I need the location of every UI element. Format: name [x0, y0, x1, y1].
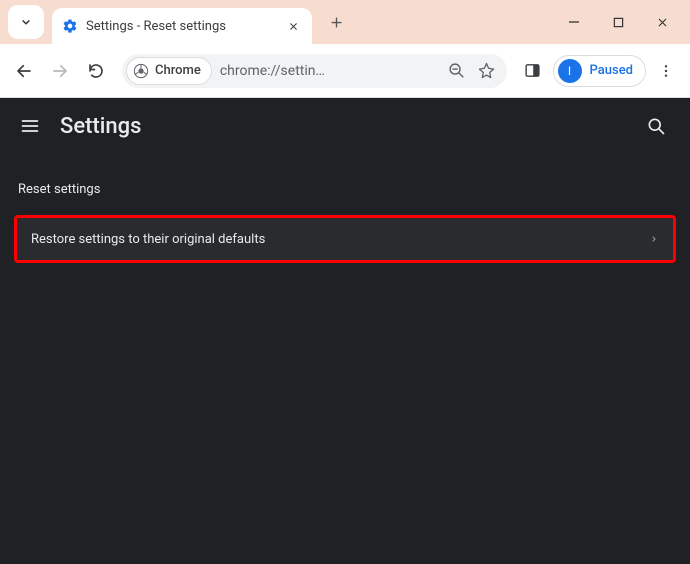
- reload-button[interactable]: [80, 55, 112, 87]
- star-icon: [478, 62, 495, 79]
- url-text: chrome://settin…: [220, 63, 443, 79]
- search-icon: [646, 116, 666, 136]
- profile-status: Paused: [590, 63, 633, 78]
- tab-title: Settings - Reset settings: [86, 19, 278, 34]
- bookmark-button[interactable]: [473, 57, 501, 85]
- maximize-button[interactable]: [596, 6, 640, 38]
- avatar-initial: I: [568, 64, 571, 78]
- new-tab-button[interactable]: [322, 8, 350, 36]
- close-icon: [656, 16, 669, 29]
- window-controls: [552, 0, 684, 44]
- chevron-right-icon: [649, 234, 659, 244]
- arrow-right-icon: [51, 62, 69, 80]
- settings-page: Settings Reset settings Restore settings…: [0, 98, 690, 564]
- address-bar[interactable]: Chrome chrome://settin…: [122, 54, 507, 88]
- page-title: Settings: [60, 114, 141, 139]
- window-titlebar: Settings - Reset settings: [0, 0, 690, 44]
- minimize-icon: [568, 16, 580, 28]
- gear-icon: [62, 18, 78, 34]
- reload-icon: [87, 62, 105, 80]
- tab-search-button[interactable]: [8, 5, 44, 39]
- restore-defaults-label: Restore settings to their original defau…: [31, 232, 649, 247]
- zoom-button[interactable]: [443, 57, 471, 85]
- settings-menu-button[interactable]: [18, 114, 42, 138]
- zoom-out-icon: [448, 62, 465, 79]
- maximize-icon: [613, 17, 624, 28]
- chrome-menu-button[interactable]: [650, 55, 682, 87]
- kebab-icon: [658, 63, 674, 79]
- browser-tab[interactable]: Settings - Reset settings: [52, 8, 312, 44]
- site-chip-label: Chrome: [155, 63, 201, 78]
- close-icon: [288, 21, 299, 32]
- section-label: Reset settings: [0, 154, 690, 209]
- site-chip[interactable]: Chrome: [126, 57, 212, 85]
- panel-icon: [524, 62, 541, 79]
- side-panel-button[interactable]: [517, 55, 549, 87]
- arrow-left-icon: [15, 62, 33, 80]
- avatar: I: [558, 59, 582, 83]
- settings-header: Settings: [0, 98, 690, 154]
- profile-chip[interactable]: I Paused: [553, 55, 646, 87]
- forward-button[interactable]: [44, 55, 76, 87]
- search-settings-button[interactable]: [644, 114, 668, 138]
- plus-icon: [329, 15, 344, 30]
- chrome-logo-icon: [133, 63, 149, 79]
- hamburger-icon: [20, 116, 40, 136]
- restore-defaults-row[interactable]: Restore settings to their original defau…: [14, 215, 676, 263]
- tab-close-button[interactable]: [284, 17, 302, 35]
- chevron-down-icon: [19, 15, 33, 29]
- minimize-button[interactable]: [552, 6, 596, 38]
- back-button[interactable]: [8, 55, 40, 87]
- close-window-button[interactable]: [640, 6, 684, 38]
- browser-toolbar: Chrome chrome://settin… I Paused: [0, 44, 690, 98]
- omnibox-actions: [443, 57, 501, 85]
